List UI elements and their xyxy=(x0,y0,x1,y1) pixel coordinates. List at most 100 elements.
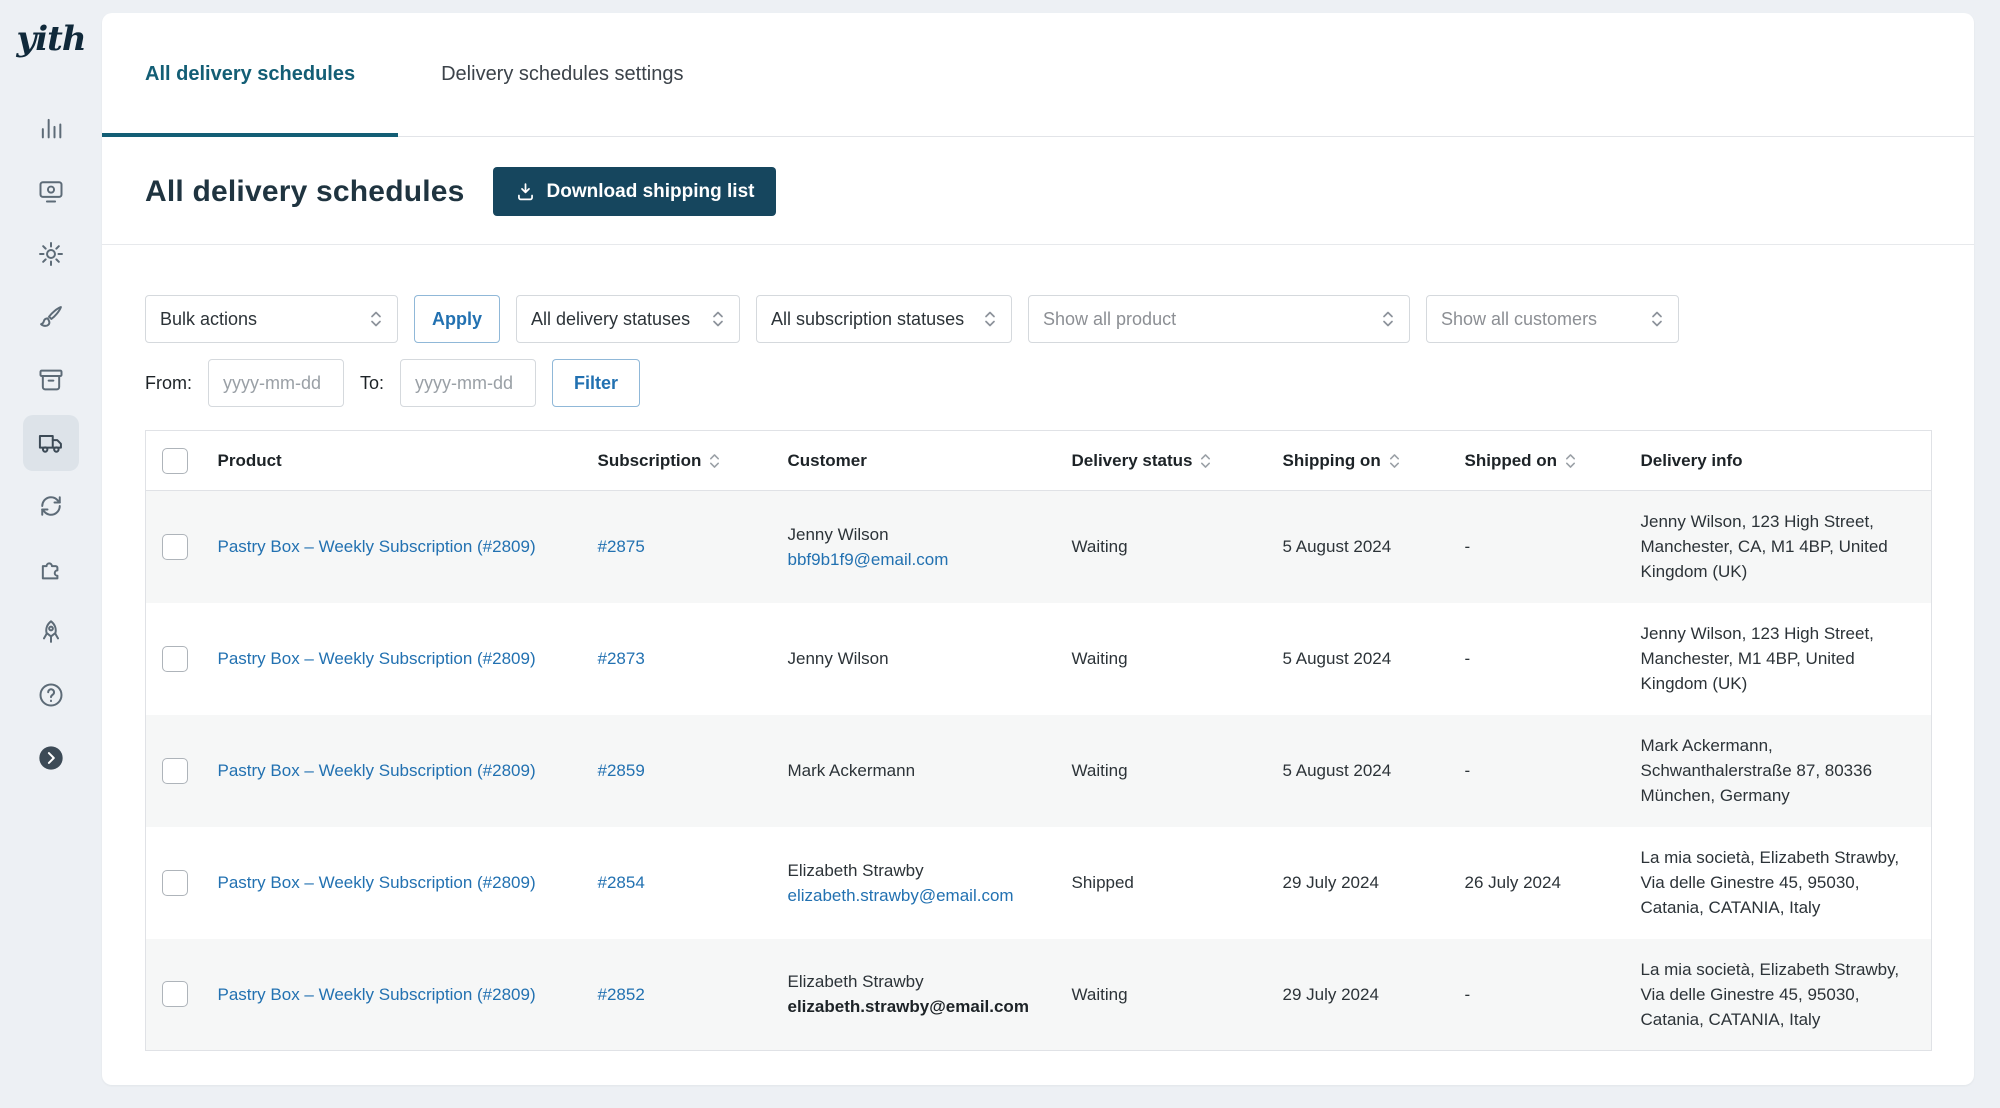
date-to-input[interactable] xyxy=(400,359,536,407)
filter-button[interactable]: Filter xyxy=(552,359,640,407)
delivery-status: Shipped xyxy=(1056,827,1267,939)
date-from-input[interactable] xyxy=(208,359,344,407)
row-checkbox[interactable] xyxy=(162,870,188,896)
sort-shipping-on-button[interactable]: Shipping on xyxy=(1283,450,1401,472)
sidebar-item-orders[interactable] xyxy=(23,352,79,408)
filter-row-dates: From: To: Filter xyxy=(145,359,1931,407)
delivery-status: Waiting xyxy=(1056,603,1267,715)
row-checkbox[interactable] xyxy=(162,646,188,672)
delivery-statuses-select[interactable]: All delivery statuses xyxy=(516,295,740,343)
sidebar-item-subscriptions[interactable] xyxy=(23,478,79,534)
page: yith xyxy=(0,0,2000,1108)
sidebar-item-analytics[interactable] xyxy=(23,100,79,156)
column-header-shipped-on: Shipped on xyxy=(1449,431,1625,491)
select-stepper-icon xyxy=(1381,308,1395,330)
page-title: All delivery schedules xyxy=(145,175,465,209)
tab-bar: All delivery schedules Delivery schedule… xyxy=(102,13,1974,137)
delivery-status: Waiting xyxy=(1056,715,1267,827)
table-row: Pastry Box – Weekly Subscription (#2809)… xyxy=(146,491,1932,603)
customer-email-link[interactable]: bbf9b1f9@email.com xyxy=(788,550,949,569)
subscription-statuses-value: All subscription statuses xyxy=(771,309,964,330)
sort-icon xyxy=(1199,450,1212,472)
product-filter-value: Show all product xyxy=(1043,309,1176,330)
sidebar-item-settings[interactable] xyxy=(23,226,79,282)
download-button-label: Download shipping list xyxy=(547,181,755,203)
table-row: Pastry Box – Weekly Subscription (#2809)… xyxy=(146,603,1932,715)
customer-filter-value: Show all customers xyxy=(1441,309,1597,330)
row-checkbox[interactable] xyxy=(162,981,188,1007)
subscription-link[interactable]: #2854 xyxy=(598,873,645,892)
subscription-link[interactable]: #2873 xyxy=(598,649,645,668)
product-link[interactable]: Pastry Box – Weekly Subscription (#2809) xyxy=(218,537,536,556)
yith-logo[interactable]: yith xyxy=(16,22,85,56)
sidebar-item-expand[interactable] xyxy=(23,730,79,786)
table-row: Pastry Box – Weekly Subscription (#2809)… xyxy=(146,827,1932,939)
customer-filter-select[interactable]: Show all customers xyxy=(1426,295,1679,343)
sidebar-item-addons[interactable] xyxy=(23,541,79,597)
customer-name: Mark Ackermann xyxy=(788,758,1040,783)
subscription-link[interactable]: #2875 xyxy=(598,537,645,556)
subscription-link[interactable]: #2859 xyxy=(598,761,645,780)
question-icon xyxy=(37,681,65,709)
refresh-icon xyxy=(37,492,65,520)
delivery-info: Jenny Wilson, 123 High Street, Mancheste… xyxy=(1625,491,1932,603)
select-stepper-icon xyxy=(369,308,383,330)
column-header-delivery-info: Delivery info xyxy=(1625,431,1932,491)
shipped-on-date: - xyxy=(1449,939,1625,1051)
delivery-info: La mia società, Elizabeth Strawby, Via d… xyxy=(1625,827,1932,939)
row-checkbox[interactable] xyxy=(162,534,188,560)
shipping-on-date: 29 July 2024 xyxy=(1267,827,1449,939)
sort-subscription-button[interactable]: Subscription xyxy=(598,450,722,472)
customer-name: Jenny Wilson xyxy=(788,646,1040,671)
product-link[interactable]: Pastry Box – Weekly Subscription (#2809) xyxy=(218,985,536,1004)
sort-icon xyxy=(1388,450,1401,472)
truck-icon xyxy=(37,429,65,457)
tab-all-delivery-schedules[interactable]: All delivery schedules xyxy=(102,13,398,136)
customer-name: Jenny Wilson xyxy=(788,522,1040,547)
product-link[interactable]: Pastry Box – Weekly Subscription (#2809) xyxy=(218,873,536,892)
delivery-status: Waiting xyxy=(1056,939,1267,1051)
delivery-info: La mia società, Elizabeth Strawby, Via d… xyxy=(1625,939,1932,1051)
sidebar-item-delivery-schedules[interactable] xyxy=(23,415,79,471)
column-header-product: Product xyxy=(202,431,582,491)
shipping-on-date: 5 August 2024 xyxy=(1267,491,1449,603)
sidebar-item-help[interactable] xyxy=(23,667,79,723)
column-header-delivery-status: Delivery status xyxy=(1056,431,1267,491)
subscription-statuses-select[interactable]: All subscription statuses xyxy=(756,295,1012,343)
schedules-table-wrap: Product Subscription Customer Delivery s… xyxy=(145,430,1931,1051)
sidebar-item-payments[interactable] xyxy=(23,163,79,219)
table-row: Pastry Box – Weekly Subscription (#2809)… xyxy=(146,715,1932,827)
product-filter-select[interactable]: Show all product xyxy=(1028,295,1410,343)
product-link[interactable]: Pastry Box – Weekly Subscription (#2809) xyxy=(218,649,536,668)
download-shipping-list-button[interactable]: Download shipping list xyxy=(493,167,777,216)
product-link[interactable]: Pastry Box – Weekly Subscription (#2809) xyxy=(218,761,536,780)
main-panel: All delivery schedules Delivery schedule… xyxy=(102,13,1974,1085)
apply-button[interactable]: Apply xyxy=(414,295,500,343)
schedules-table: Product Subscription Customer Delivery s… xyxy=(145,430,1932,1051)
sidebar-item-customization[interactable] xyxy=(23,289,79,345)
delivery-statuses-value: All delivery statuses xyxy=(531,309,690,330)
shipped-on-date: - xyxy=(1449,715,1625,827)
shipping-on-date: 5 August 2024 xyxy=(1267,715,1449,827)
sort-shipped-on-button[interactable]: Shipped on xyxy=(1465,450,1578,472)
shipping-on-date: 5 August 2024 xyxy=(1267,603,1449,715)
column-header-customer: Customer xyxy=(772,431,1056,491)
row-checkbox[interactable] xyxy=(162,758,188,784)
brush-icon xyxy=(37,303,65,331)
delivery-status: Waiting xyxy=(1056,491,1267,603)
sort-icon xyxy=(1564,450,1577,472)
shipping-on-date: 29 July 2024 xyxy=(1267,939,1449,1051)
customer-email-link[interactable]: elizabeth.strawby@email.com xyxy=(788,886,1014,905)
sort-delivery-status-button[interactable]: Delivery status xyxy=(1072,450,1213,472)
filters-section: Bulk actions Apply All delivery statuses… xyxy=(102,245,1974,407)
select-all-checkbox[interactable] xyxy=(162,448,188,474)
customer-email-link[interactable]: elizabeth.strawby@email.com xyxy=(788,994,1029,1019)
table-row: Pastry Box – Weekly Subscription (#2809)… xyxy=(146,939,1932,1051)
bulk-actions-select[interactable]: Bulk actions xyxy=(145,295,398,343)
subscription-link[interactable]: #2852 xyxy=(598,985,645,1004)
column-header-shipping-on: Shipping on xyxy=(1267,431,1449,491)
tab-delivery-schedules-settings[interactable]: Delivery schedules settings xyxy=(398,13,726,136)
sidebar-item-performance[interactable] xyxy=(23,604,79,660)
select-stepper-icon xyxy=(983,308,997,330)
delivery-info: Jenny Wilson, 123 High Street, Mancheste… xyxy=(1625,603,1932,715)
